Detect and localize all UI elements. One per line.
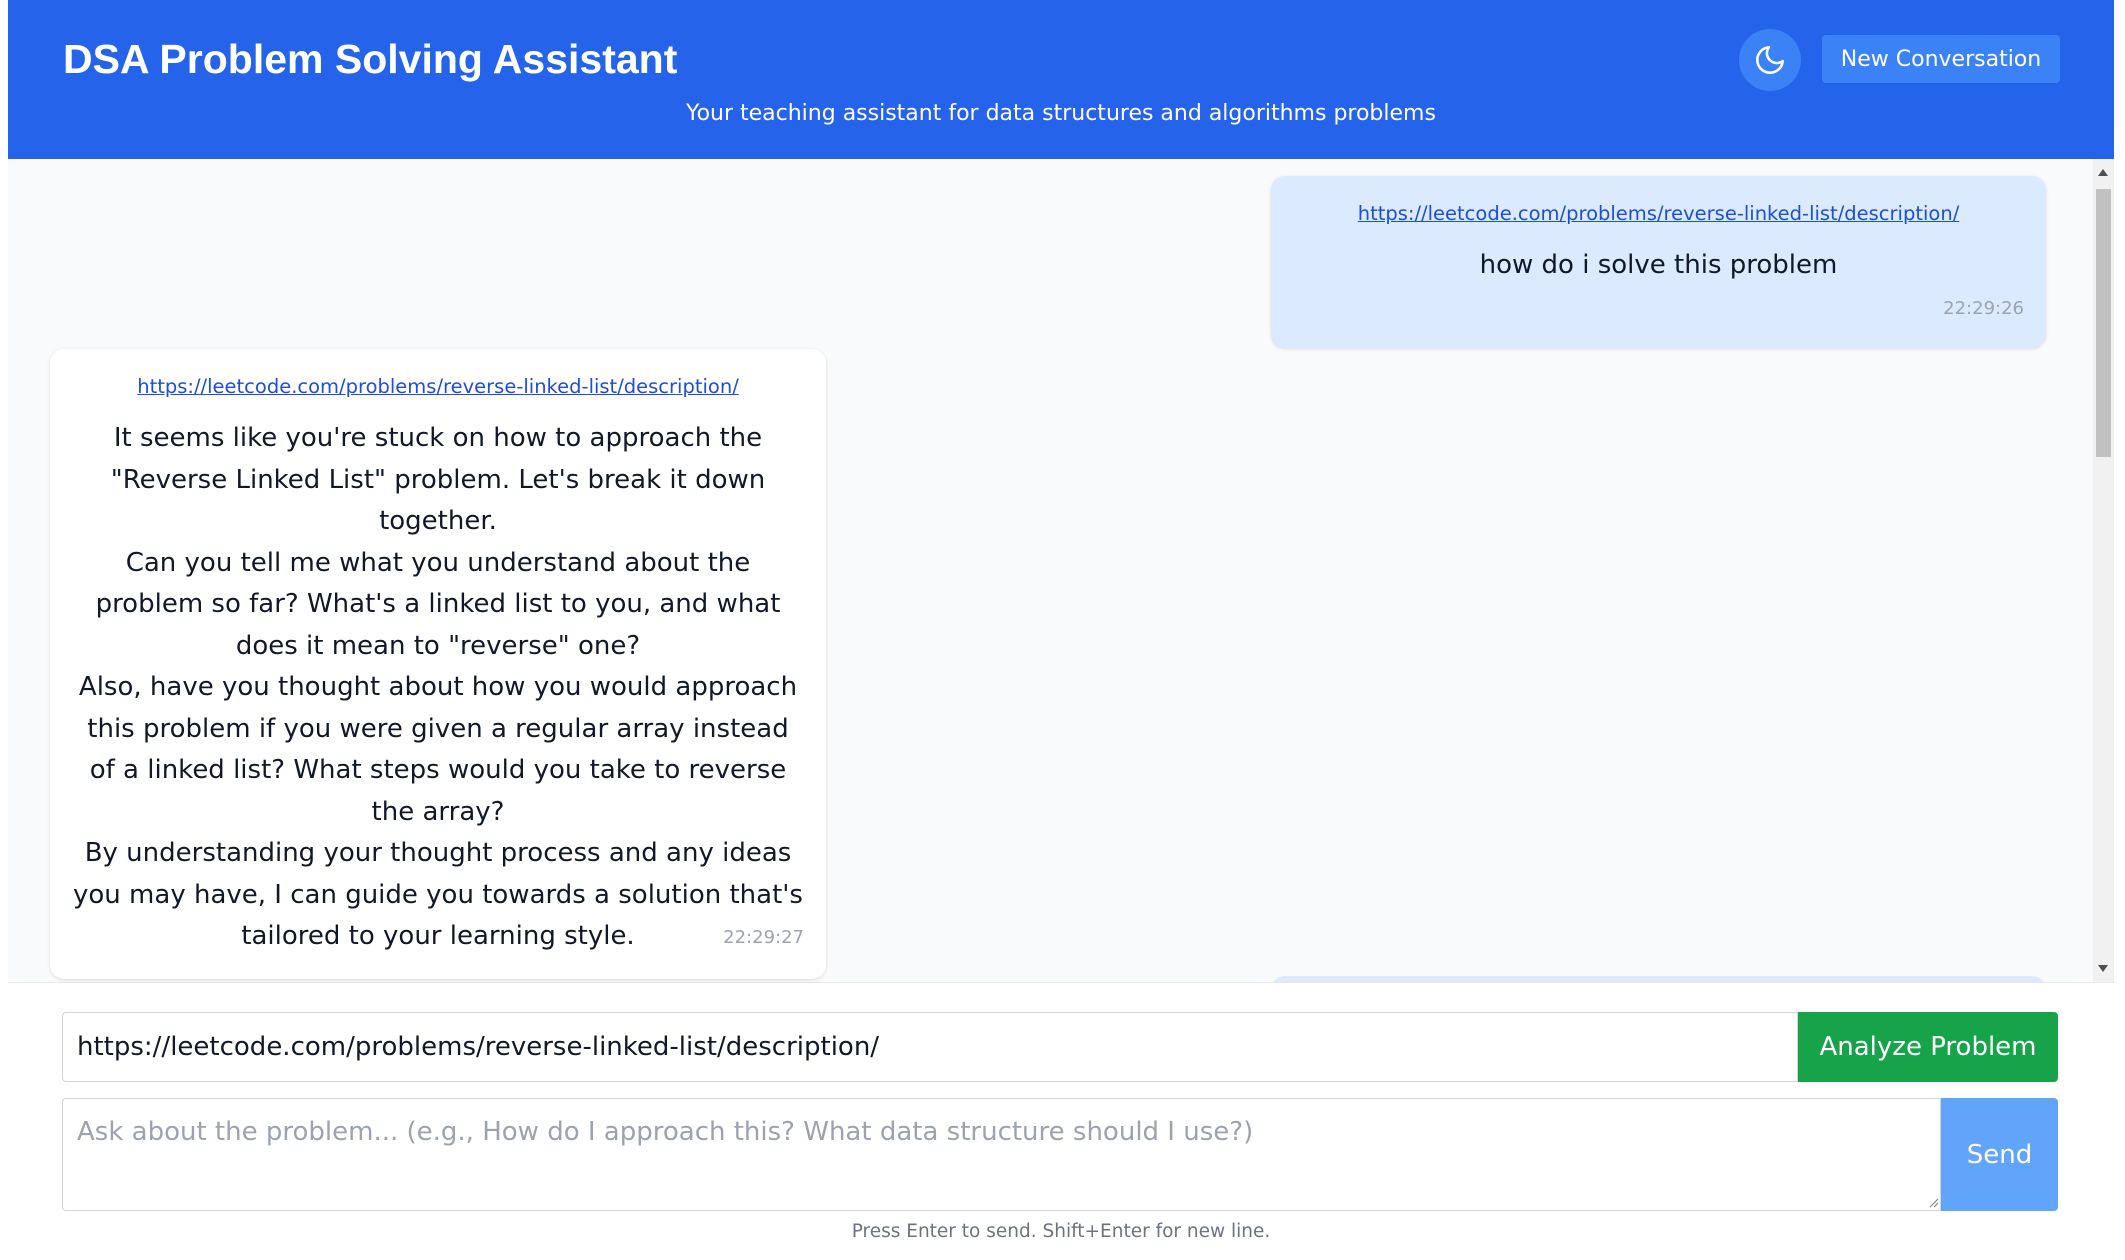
input-hint: Press Enter to send. Shift+Enter for new… bbox=[851, 1221, 1271, 1242]
question-input[interactable] bbox=[62, 1098, 1941, 1211]
problem-link[interactable]: https://leetcode.com/problems/reverse-li… bbox=[1295, 202, 2022, 225]
resize-handle-icon[interactable] bbox=[1927, 1196, 1939, 1208]
new-conversation-button[interactable]: New Conversation bbox=[1822, 35, 2060, 83]
chat-messages[interactable]: https://leetcode.com/problems/reverse-li… bbox=[8, 159, 2093, 982]
user-message: https://leetcode.com/problems/reverse-li… bbox=[1271, 176, 2046, 348]
theme-toggle-button[interactable] bbox=[1739, 29, 1801, 91]
header: DSA Problem Solving Assistant Your teach… bbox=[8, 0, 2114, 159]
message-paragraph: Can you tell me what you understand abou… bbox=[95, 547, 781, 661]
message-paragraph: By understanding your thought process an… bbox=[73, 838, 803, 951]
message-timestamp: 22:29:26 bbox=[1943, 298, 2024, 319]
assistant-message: https://leetcode.com/problems/reverse-li… bbox=[50, 349, 826, 979]
message-paragraph: Also, have you thought about how you wou… bbox=[78, 672, 798, 827]
problem-link[interactable]: https://leetcode.com/problems/reverse-li… bbox=[72, 375, 804, 398]
send-button[interactable]: Send bbox=[1941, 1098, 2058, 1211]
problem-url-input[interactable] bbox=[62, 1012, 1798, 1082]
scrollbar-thumb[interactable] bbox=[2096, 189, 2111, 457]
message-paragraph: It seems like you're stuck on how to app… bbox=[110, 423, 766, 536]
analyze-problem-button[interactable]: Analyze Problem bbox=[1798, 1012, 2058, 1082]
moon-icon bbox=[1756, 45, 1785, 74]
scroll-down-arrow-icon[interactable] bbox=[2098, 965, 2108, 972]
chat-scrollbar[interactable] bbox=[2093, 159, 2114, 982]
page-title: DSA Problem Solving Assistant bbox=[63, 36, 678, 82]
message-text: It seems like you're stuck on how to app… bbox=[72, 418, 804, 958]
page-subtitle: Your teaching assistant for data structu… bbox=[686, 101, 1436, 126]
message-timestamp: 22:29:27 bbox=[723, 927, 804, 948]
input-area: Analyze Problem Send Press Enter to send… bbox=[8, 982, 2114, 1260]
message-text: how do i solve this problem bbox=[1479, 250, 1838, 280]
scroll-up-arrow-icon[interactable] bbox=[2098, 169, 2108, 176]
app: DSA Problem Solving Assistant Your teach… bbox=[8, 0, 2114, 1260]
